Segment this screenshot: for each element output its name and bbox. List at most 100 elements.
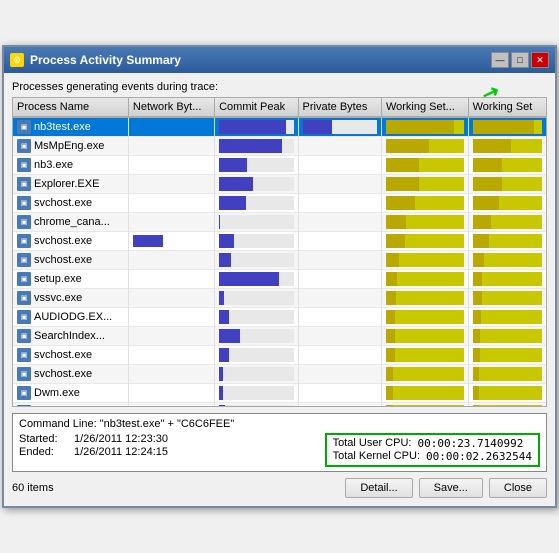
cell-ws1: 61.4 MB: [381, 137, 468, 156]
cell-commit: 5.89 MB: [215, 384, 298, 403]
table-row[interactable]: ▣svchost.exe17.9 MB18.5 MB: [13, 251, 546, 270]
cell-ws2: [468, 117, 546, 137]
cell-ws1: 9.75 MB: [381, 384, 468, 403]
process-icon: ▣: [17, 310, 31, 324]
cell-commit: 39.2 MB: [215, 194, 298, 213]
status-bar: 60 items Detail... Save... Close: [12, 478, 547, 498]
total-user-cpu-value: 00:00:23.7140992: [417, 437, 523, 450]
cell-ws2: [468, 327, 546, 346]
cell-process: ▣chrome_cana...: [13, 213, 128, 232]
cell-commit: 7.22 MB: [215, 289, 298, 308]
table-row[interactable]: ▣nb3test.exe96.3 MB97.2 MB: [13, 117, 546, 137]
cell-private: [298, 403, 381, 407]
table-row[interactable]: ▣vssvc.exe7.22 MB14.6 MB: [13, 289, 546, 308]
table-row[interactable]: ▣svchost.exe5.90 MB10.2 MB: [13, 365, 546, 384]
cell-process: ▣vssvc.exe: [13, 289, 128, 308]
cell-process: ▣nb3.exe: [13, 156, 128, 175]
process-name: svchost.exe: [34, 349, 92, 361]
started-value: 1/26/2011 12:23:30: [74, 433, 168, 445]
cell-process: ▣AUDIODG.EX...: [13, 308, 128, 327]
cell-ws2: [468, 156, 546, 175]
cell-network: [128, 403, 214, 407]
cell-network: [128, 308, 214, 327]
table-row[interactable]: ▣svchost.exe 39.2 MB 42.2 MB: [13, 194, 546, 213]
cell-commit: 14.3 MB: [215, 346, 298, 365]
cell-private: [298, 384, 381, 403]
ended-label: Ended:: [19, 446, 74, 458]
cell-process: ▣nb3test.exe: [13, 117, 128, 137]
cmdline-row: Command Line: "nb3test.exe" + "C6C6FEE": [19, 418, 540, 430]
cell-commit: 8.22 MB: [215, 403, 298, 407]
ended-value: 1/26/2011 12:24:15: [74, 446, 168, 458]
minimize-button[interactable]: —: [491, 52, 509, 68]
col-header-commit[interactable]: Commit Peak: [215, 98, 298, 117]
process-icon: ▣: [17, 253, 31, 267]
cpu-box: Total User CPU: 00:00:23.7140992 Total K…: [325, 433, 540, 467]
total-kernel-cpu-label: Total Kernel CPU:: [333, 450, 420, 463]
window-body: Processes generating events during trace…: [4, 73, 555, 506]
maximize-button[interactable]: □: [511, 52, 529, 68]
close-window-button[interactable]: ✕: [531, 52, 549, 68]
cell-ws2: [468, 289, 546, 308]
cell-process: ▣svchost.exe: [13, 194, 128, 213]
col-header-network[interactable]: Network Byt...: [128, 98, 214, 117]
table-row[interactable]: ▣setup.exe86.7 MB15.8 MB: [13, 270, 546, 289]
cell-commit: 147 MB: [215, 137, 298, 156]
cell-commit: 5.90 MB: [215, 365, 298, 384]
table-row[interactable]: ▣AUDIODG.EX... 13.9 MB 13.5 MB: [13, 308, 546, 327]
col-header-ws1[interactable]: Working Set...: [381, 98, 468, 117]
cell-ws1: 13.5 MB: [381, 308, 468, 327]
process-name: Dwm.exe: [34, 387, 80, 399]
cell-network: [128, 365, 214, 384]
process-name: AUDIODG.EX...: [34, 311, 112, 323]
cell-ws1: 46.8 MB: [381, 175, 468, 194]
cell-ws1: 42.2 MB: [381, 194, 468, 213]
process-name: svchost.exe: [34, 368, 92, 380]
process-icon: ▣: [17, 215, 31, 229]
process-name: nb3test.exe: [34, 121, 91, 133]
process-icon: ▣: [17, 386, 31, 400]
close-button[interactable]: Close: [489, 478, 547, 498]
window-title: Process Activity Summary: [30, 53, 181, 67]
col-header-private[interactable]: Private Bytes: [298, 98, 381, 117]
process-icon: ▣: [17, 120, 31, 134]
cell-process: ▣Explorer.EXE: [13, 175, 128, 194]
cell-private: [298, 117, 381, 137]
table-row[interactable]: ▣svchost.exe8.22 MB9.62 MB: [13, 403, 546, 407]
window-icon: ⚙: [10, 53, 24, 67]
items-count: 60 items: [12, 482, 54, 494]
process-table-container[interactable]: Process Name Network Byt... Commit Peak …: [12, 97, 547, 407]
total-kernel-cpu-value: 00:00:02.2632544: [426, 450, 532, 463]
cell-process: ▣MsMpEng.exe: [13, 137, 128, 156]
process-name: SearchIndex...: [34, 330, 105, 342]
cell-network: [128, 232, 214, 251]
table-row[interactable]: ▣Dwm.exe 5.89 MB 9.75 MB: [13, 384, 546, 403]
table-row[interactable]: ▣chrome_cana...0.601 MB29.1 MB: [13, 213, 546, 232]
detail-button[interactable]: Detail...: [345, 478, 412, 498]
cell-network: [128, 289, 214, 308]
cell-commit: 13.9 MB: [215, 308, 298, 327]
table-row[interactable]: ▣Explorer.EXE49.3 MB46.8 MB: [13, 175, 546, 194]
cell-private: [298, 175, 381, 194]
table-row[interactable]: ▣MsMpEng.exe 147 MB 61.4 MB: [13, 137, 546, 156]
table-row[interactable]: ▣svchost.exe 14.3 MB 12.3 MB: [13, 346, 546, 365]
save-button[interactable]: Save...: [419, 478, 483, 498]
process-name: MsMpEng.exe: [34, 140, 104, 152]
cell-process: ▣svchost.exe: [13, 365, 128, 384]
col-header-process[interactable]: Process Name: [13, 98, 128, 117]
table-scroll[interactable]: Process Name Network Byt... Commit Peak …: [13, 98, 546, 406]
process-name: setup.exe: [34, 273, 82, 285]
table-row[interactable]: ▣SearchIndex...30.5 MB12.9 MB: [13, 327, 546, 346]
process-icon: ▣: [17, 348, 31, 362]
cell-commit: 0.601 MB: [215, 213, 298, 232]
table-row[interactable]: ▣svchost.exe21.9 MB27.2 MB: [13, 232, 546, 251]
process-name: nb3.exe: [34, 159, 73, 171]
process-icon: ▣: [17, 329, 31, 343]
cell-private: [298, 156, 381, 175]
table-row[interactable]: ▣nb3.exe41.4 MB48.2 MB: [13, 156, 546, 175]
cell-process: ▣setup.exe: [13, 270, 128, 289]
process-icon: ▣: [17, 272, 31, 286]
cell-ws1: 12.3 MB: [381, 346, 468, 365]
process-name: svchost.exe: [34, 254, 92, 266]
process-icon: ▣: [17, 367, 31, 381]
